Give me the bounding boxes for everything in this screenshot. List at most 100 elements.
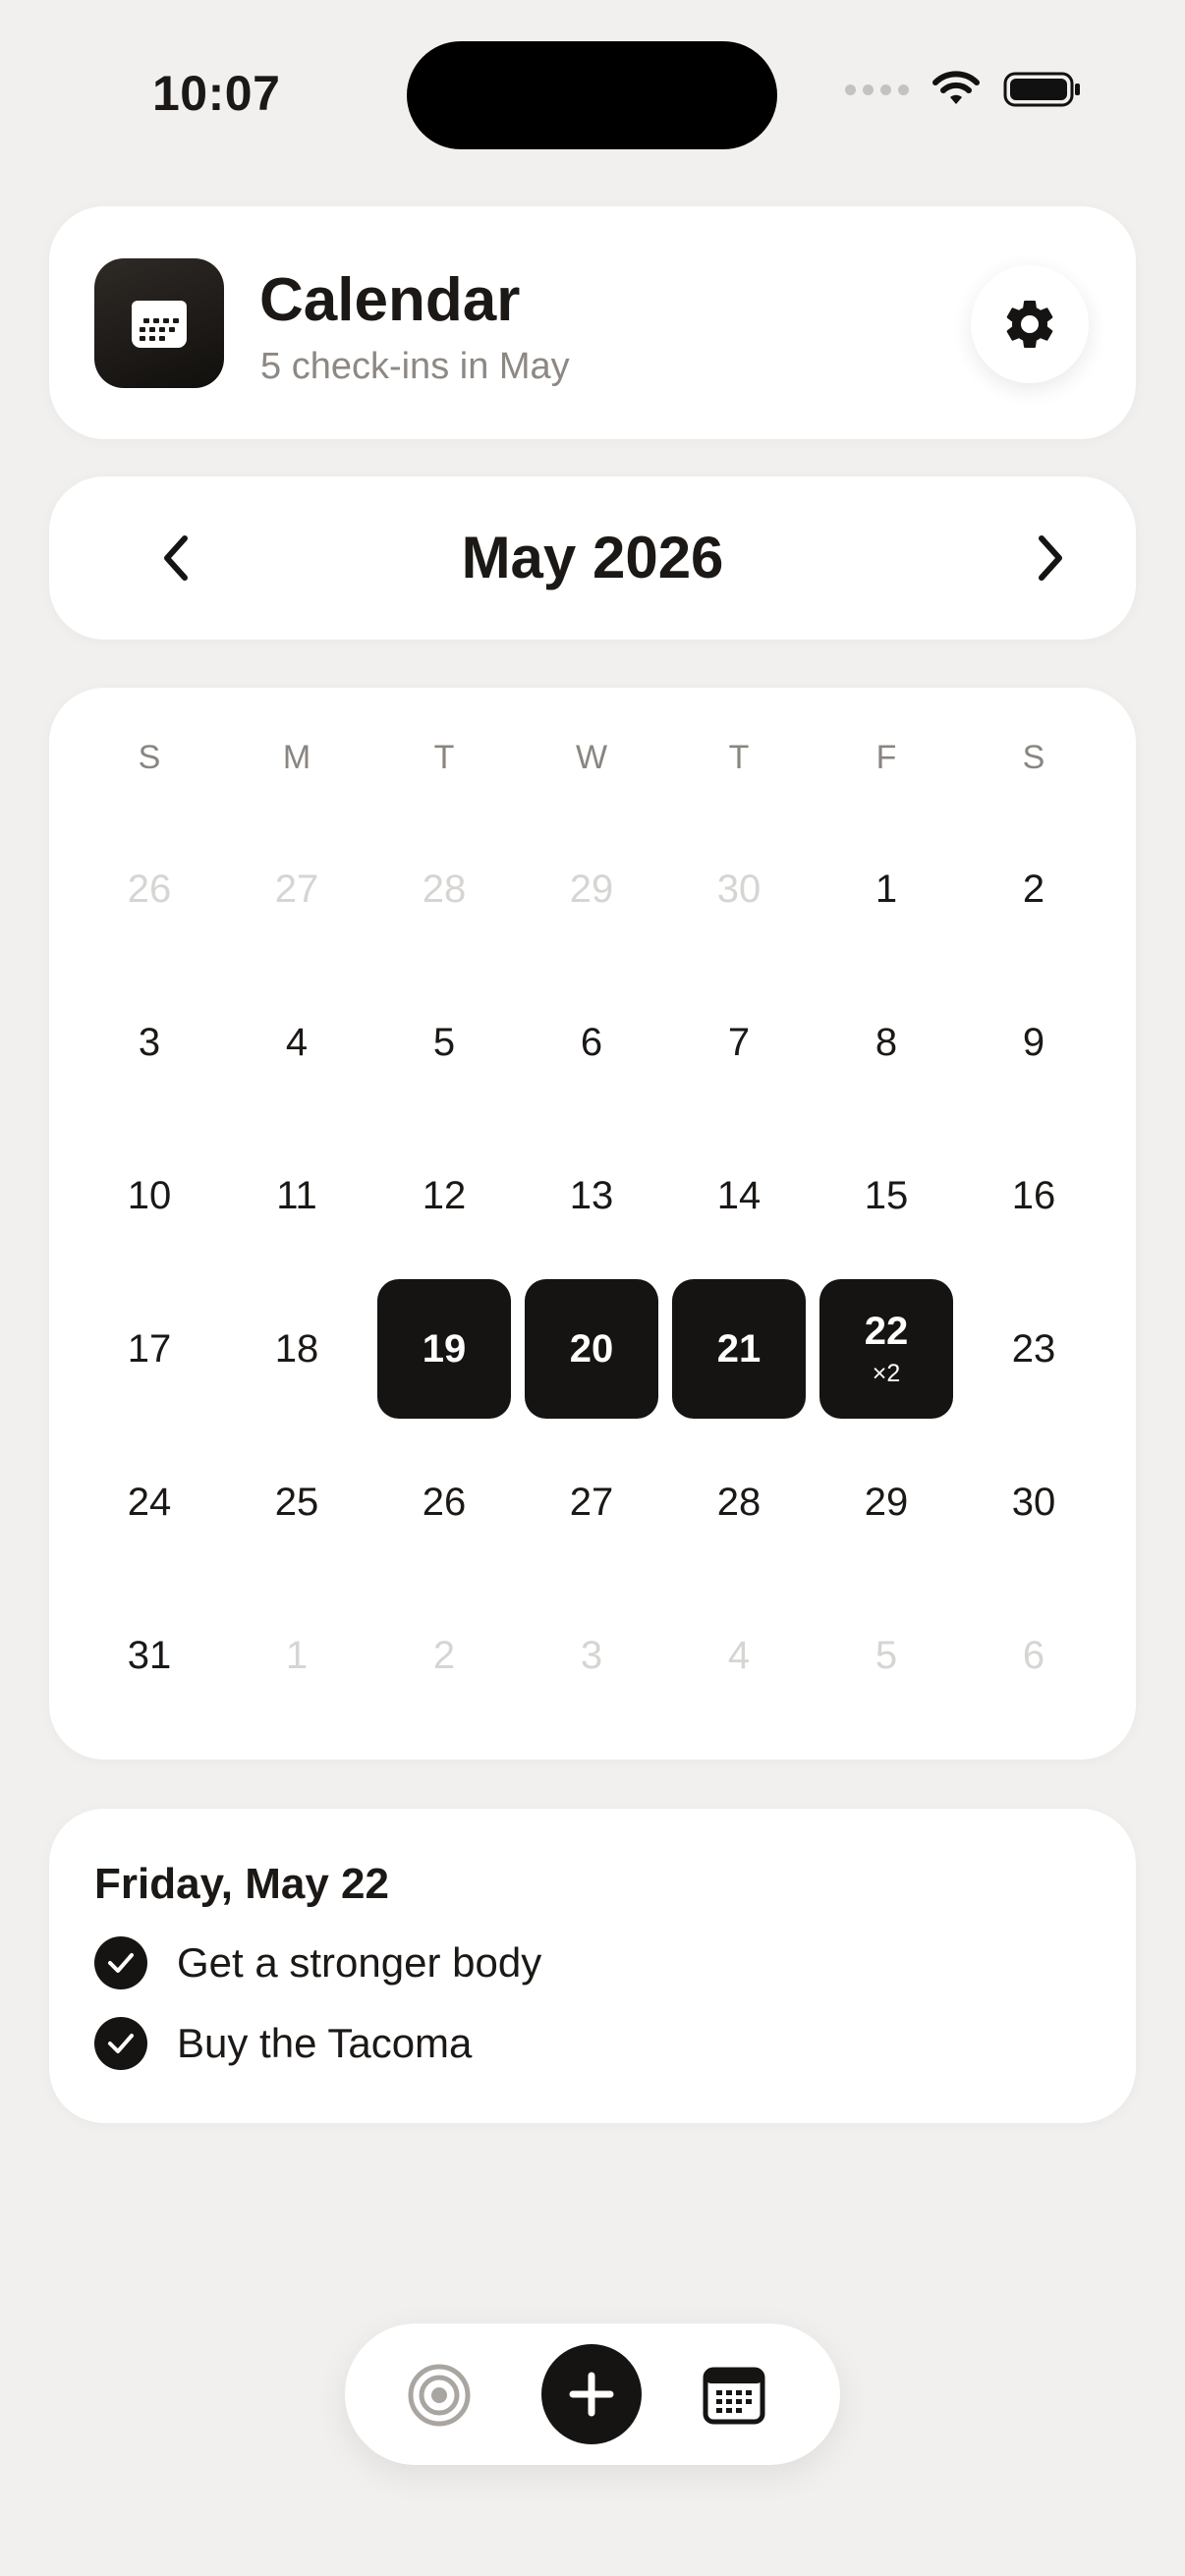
- weekday-header: S: [1022, 739, 1045, 776]
- day-number: 12: [422, 1173, 467, 1217]
- day-cell[interactable]: 31: [83, 1586, 216, 1725]
- day-number: 28: [716, 1480, 762, 1524]
- checkin-count-badge: ×2: [872, 1360, 901, 1387]
- calendar-screen: 10:07 Calendar 5 check-ins in May May 20…: [0, 0, 1185, 2576]
- day-number: 28: [422, 867, 467, 911]
- next-month-button[interactable]: [1010, 519, 1089, 597]
- day-number: 26: [127, 867, 172, 911]
- day-cell[interactable]: 3: [525, 1586, 658, 1725]
- day-cell[interactable]: 30: [672, 819, 806, 959]
- day-detail-card: Friday, May 22 Get a stronger body Buy t…: [49, 1809, 1136, 2123]
- add-checkin-button[interactable]: [541, 2344, 642, 2444]
- day-number: 27: [569, 1480, 614, 1524]
- settings-button[interactable]: [971, 265, 1089, 383]
- battery-icon: [1003, 72, 1080, 107]
- calendar-icon: [703, 2367, 765, 2425]
- day-cell[interactable]: 25: [230, 1432, 364, 1572]
- day-cell[interactable]: 23: [967, 1279, 1100, 1419]
- day-cell[interactable]: 28: [672, 1432, 806, 1572]
- day-cell-checked-in[interactable]: 19: [377, 1279, 511, 1419]
- day-cell[interactable]: 27: [525, 1432, 658, 1572]
- day-cell[interactable]: 6: [967, 1586, 1100, 1725]
- calendar-icon: [94, 258, 224, 388]
- day-number: 1: [285, 1633, 309, 1677]
- day-number: 7: [727, 1020, 751, 1064]
- day-cell[interactable]: 26: [83, 819, 216, 959]
- day-cell[interactable]: 1: [819, 819, 953, 959]
- day-cell[interactable]: 16: [967, 1126, 1100, 1265]
- day-cell[interactable]: 29: [819, 1432, 953, 1572]
- status-time: 10:07: [152, 66, 281, 121]
- day-number: 24: [127, 1480, 172, 1524]
- day-cell[interactable]: 2: [377, 1586, 511, 1725]
- day-cell[interactable]: 18: [230, 1279, 364, 1419]
- day-cell[interactable]: 13: [525, 1126, 658, 1265]
- day-number: 4: [285, 1020, 309, 1064]
- day-number: 3: [580, 1633, 603, 1677]
- day-cell[interactable]: 30: [967, 1432, 1100, 1572]
- day-cell[interactable]: 29: [525, 819, 658, 959]
- day-cell[interactable]: 2: [967, 819, 1100, 959]
- day-number: 13: [569, 1173, 614, 1217]
- day-number: 4: [727, 1633, 751, 1677]
- weekday-header: W: [575, 739, 608, 776]
- checkin-item[interactable]: Get a stronger body: [94, 1936, 541, 1989]
- day-cell[interactable]: 8: [819, 973, 953, 1112]
- day-cell[interactable]: 17: [83, 1279, 216, 1419]
- day-cell[interactable]: 10: [83, 1126, 216, 1265]
- day-cell[interactable]: 14: [672, 1126, 806, 1265]
- day-number: 27: [274, 867, 319, 911]
- day-cell[interactable]: 11: [230, 1126, 364, 1265]
- day-cell[interactable]: 26: [377, 1432, 511, 1572]
- day-cell[interactable]: 7: [672, 973, 806, 1112]
- day-number: 29: [864, 1480, 909, 1524]
- weekday-header: S: [138, 739, 161, 776]
- day-number: 6: [1022, 1633, 1045, 1677]
- day-cell[interactable]: 3: [83, 973, 216, 1112]
- day-cell[interactable]: 4: [230, 973, 364, 1112]
- day-cell[interactable]: 9: [967, 973, 1100, 1112]
- day-number: 14: [716, 1173, 762, 1217]
- month-navigator: May 2026: [49, 476, 1136, 640]
- checkin-item[interactable]: Buy the Tacoma: [94, 2017, 472, 2070]
- selected-date: Friday, May 22: [94, 1860, 389, 1908]
- weekday-header: T: [433, 739, 455, 776]
- day-number: 5: [432, 1020, 456, 1064]
- weekday-header: M: [282, 739, 311, 776]
- day-cell[interactable]: 28: [377, 819, 511, 959]
- day-cell-checked-in[interactable]: 22 ×2: [819, 1279, 953, 1419]
- status-icons: [845, 71, 1082, 108]
- day-cell[interactable]: 15: [819, 1126, 953, 1265]
- checkmark-icon: [94, 1936, 147, 1989]
- day-number: 29: [569, 867, 614, 911]
- day-cell[interactable]: 1: [230, 1586, 364, 1725]
- day-cell[interactable]: 4: [672, 1586, 806, 1725]
- day-cell-checked-in[interactable]: 21: [672, 1279, 806, 1419]
- day-number: 3: [138, 1020, 161, 1064]
- day-cell[interactable]: 5: [377, 973, 511, 1112]
- tab-calendar[interactable]: [702, 2363, 766, 2428]
- cellular-icon: [845, 84, 909, 95]
- day-cell-checked-in[interactable]: 20: [525, 1279, 658, 1419]
- day-cell[interactable]: 5: [819, 1586, 953, 1725]
- page-title: Calendar: [259, 266, 521, 334]
- day-number: 1: [875, 867, 898, 911]
- chevron-right-icon: [1039, 535, 1062, 581]
- day-number: 21: [716, 1326, 762, 1371]
- wifi-icon: [932, 71, 980, 104]
- day-number: 15: [864, 1173, 909, 1217]
- checkin-item-label: Get a stronger body: [177, 1939, 542, 1986]
- day-number: 16: [1011, 1173, 1056, 1217]
- checkin-item-label: Buy the Tacoma: [177, 2020, 473, 2066]
- day-cell[interactable]: 12: [377, 1126, 511, 1265]
- day-number: 11: [276, 1173, 317, 1217]
- day-cell[interactable]: 6: [525, 973, 658, 1112]
- tab-goals[interactable]: [407, 2363, 472, 2428]
- day-cell[interactable]: 24: [83, 1432, 216, 1572]
- day-number: 8: [875, 1020, 898, 1064]
- day-cell[interactable]: 27: [230, 819, 364, 959]
- target-icon: [408, 2364, 471, 2427]
- bottom-tab-bar: [345, 2324, 840, 2465]
- checkin-summary: 5 check-ins in May: [260, 346, 570, 387]
- weekday-header: T: [728, 739, 750, 776]
